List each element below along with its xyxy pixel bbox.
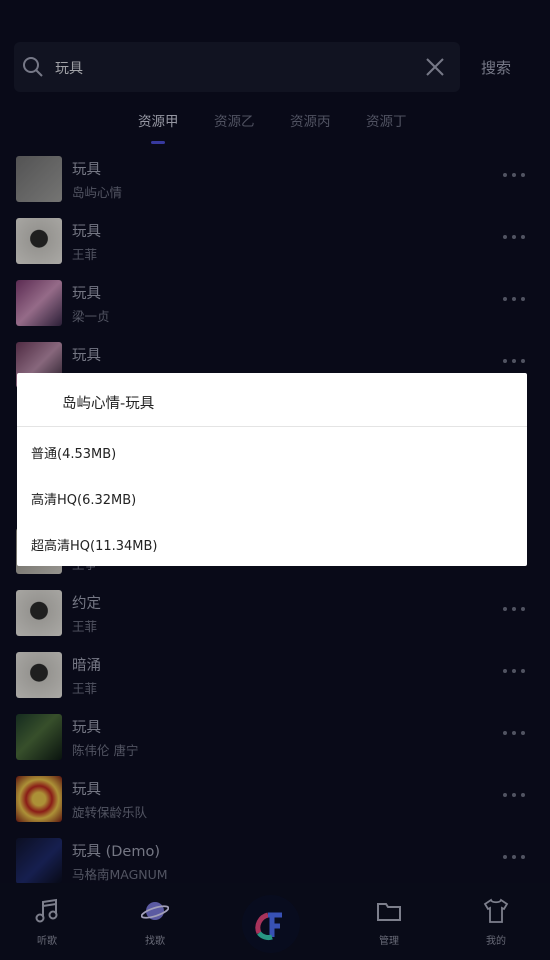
dialog-title: 岛屿心情-玩具	[62, 396, 155, 412]
quality-dialog: 岛屿心情-玩具 普通(4.53MB) 高清HQ(6.32MB) 超高清HQ(11…	[17, 373, 527, 566]
divider	[17, 426, 527, 427]
option-hq[interactable]: 高清HQ(6.32MB)	[31, 489, 136, 508]
option-super-hq[interactable]: 超高清HQ(11.34MB)	[31, 535, 158, 554]
option-normal[interactable]: 普通(4.53MB)	[31, 443, 116, 462]
